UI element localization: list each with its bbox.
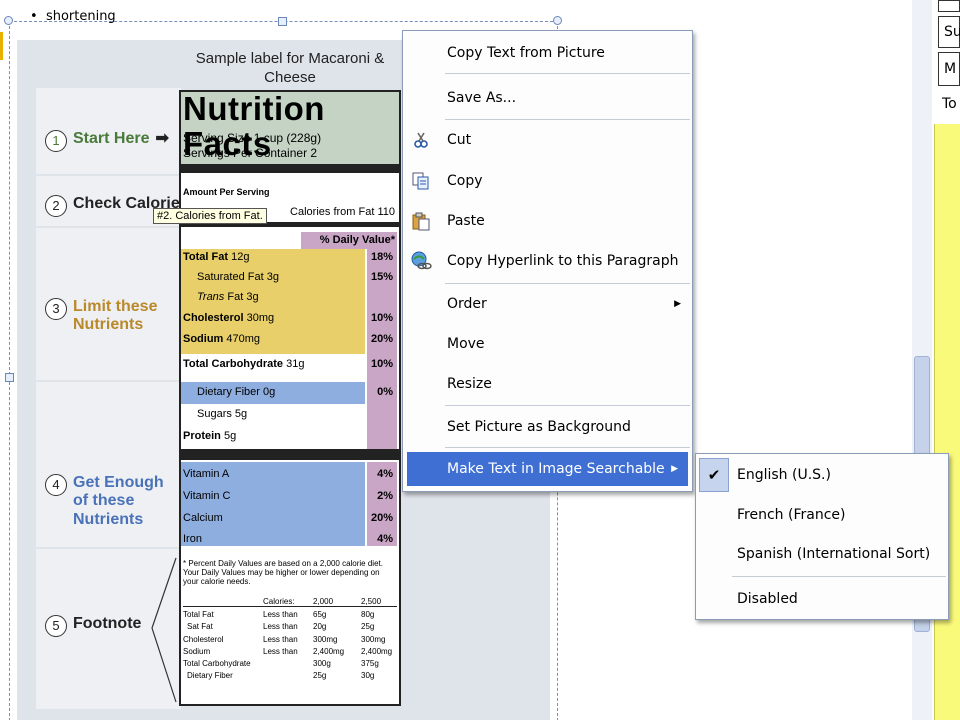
menu-separator [445, 405, 690, 406]
menu-item-cut[interactable]: Cut [404, 123, 691, 157]
language-submenu: ✔ English (U.S.) French (France) Spanish… [695, 453, 949, 620]
scissors-icon [410, 129, 432, 151]
highlighted-column [934, 124, 960, 720]
submenu-item-disabled[interactable]: Disabled [697, 580, 947, 618]
table-cell-text: To [942, 96, 957, 112]
menu-item-save-as[interactable]: Save As... [404, 81, 691, 115]
menu-separator [445, 283, 690, 284]
hyperlink-icon [410, 250, 432, 272]
menu-item-copy[interactable]: Copy [404, 164, 691, 198]
menu-item-move[interactable]: Move [404, 327, 691, 361]
submenu-arrow-icon: ▶ [671, 464, 678, 474]
menu-item-copy-hyperlink[interactable]: Copy Hyperlink to this Paragraph [404, 244, 691, 278]
resize-handle-top-right[interactable] [553, 16, 562, 25]
menu-separator [732, 576, 946, 577]
menu-item-resize[interactable]: Resize [404, 367, 691, 401]
table-cell [938, 0, 960, 12]
resize-handle-left[interactable] [5, 373, 14, 382]
context-menu: Copy Text from Picture Save As... Cut Co… [402, 30, 693, 492]
copy-icon [410, 170, 432, 192]
menu-separator [445, 119, 690, 120]
menu-separator [445, 447, 690, 448]
submenu-item-french[interactable]: French (France) [697, 496, 947, 534]
table-cell: Su [938, 16, 960, 48]
menu-separator [445, 73, 690, 74]
menu-item-make-text-searchable[interactable]: Make Text in Image Searchable ▶ [407, 452, 688, 486]
table-cell: M [938, 52, 960, 86]
resize-handle-top-left[interactable] [4, 16, 13, 25]
submenu-item-english[interactable]: ✔ English (U.S.) [697, 456, 947, 494]
checkmark-icon: ✔ [699, 458, 729, 492]
menu-item-set-picture-as-background[interactable]: Set Picture as Background [404, 410, 691, 444]
menu-item-paste[interactable]: Paste [404, 204, 691, 238]
resize-handle-top[interactable] [278, 17, 287, 26]
submenu-arrow-icon: ▶ [674, 299, 681, 309]
paste-icon [410, 210, 432, 232]
menu-item-order[interactable]: Order ▶ [404, 287, 691, 321]
submenu-item-spanish[interactable]: Spanish (International Sort) [697, 535, 947, 573]
insertion-cursor [0, 32, 3, 60]
menu-item-copy-text-from-picture[interactable]: Copy Text from Picture [404, 36, 691, 70]
